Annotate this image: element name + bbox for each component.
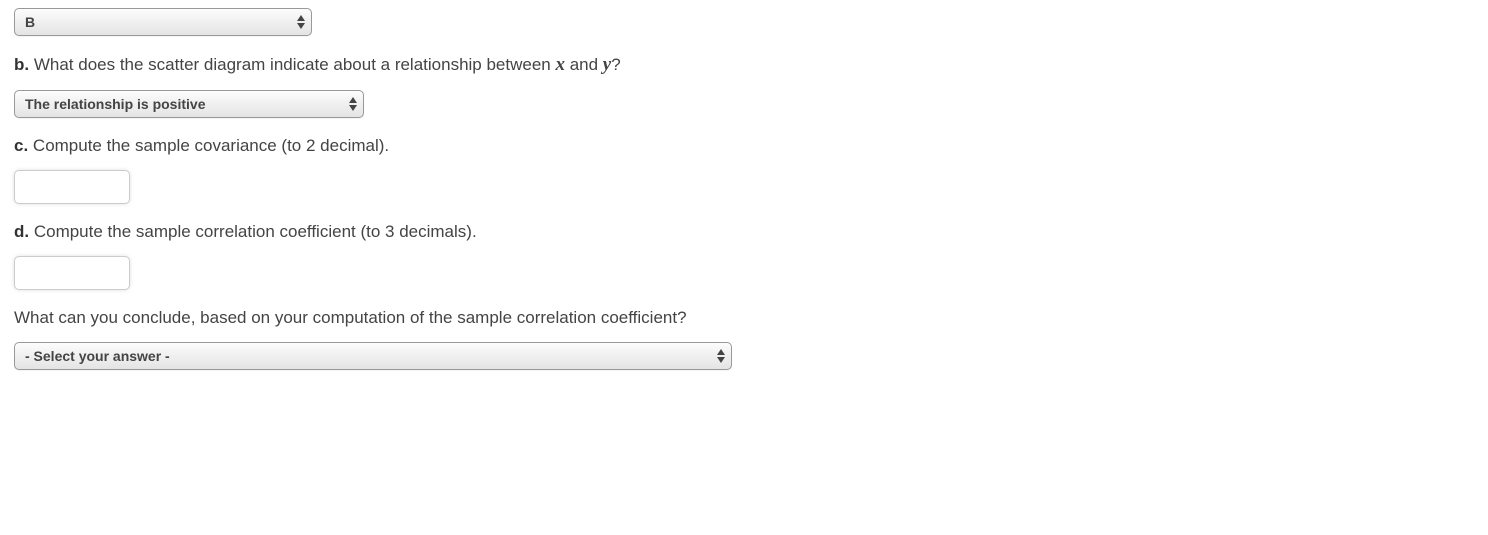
math-var-y: y <box>603 54 611 75</box>
question-b-label: b. <box>14 55 29 74</box>
dropdown-a-value: B <box>25 14 35 30</box>
math-var-x: x <box>555 54 565 75</box>
question-e-text: What can you conclude, based on your com… <box>14 308 1474 328</box>
chevron-updown-icon <box>717 349 725 363</box>
chevron-updown-icon <box>297 15 305 29</box>
dropdown-a[interactable]: B <box>14 8 312 36</box>
question-c-text: c. Compute the sample covariance (to 2 d… <box>14 136 1474 156</box>
question-d-label: d. <box>14 222 29 241</box>
question-c-label: c. <box>14 136 28 155</box>
question-d-text: d. Compute the sample correlation coeffi… <box>14 222 1474 242</box>
chevron-updown-icon <box>349 97 357 111</box>
dropdown-b[interactable]: The relationship is positive <box>14 90 364 118</box>
correlation-input[interactable] <box>14 256 130 290</box>
dropdown-b-value: The relationship is positive <box>25 96 205 112</box>
dropdown-e[interactable]: - Select your answer - <box>14 342 732 370</box>
dropdown-e-value: - Select your answer - <box>25 348 170 364</box>
question-b-text: b. What does the scatter diagram indicat… <box>14 54 1474 76</box>
covariance-input[interactable] <box>14 170 130 204</box>
